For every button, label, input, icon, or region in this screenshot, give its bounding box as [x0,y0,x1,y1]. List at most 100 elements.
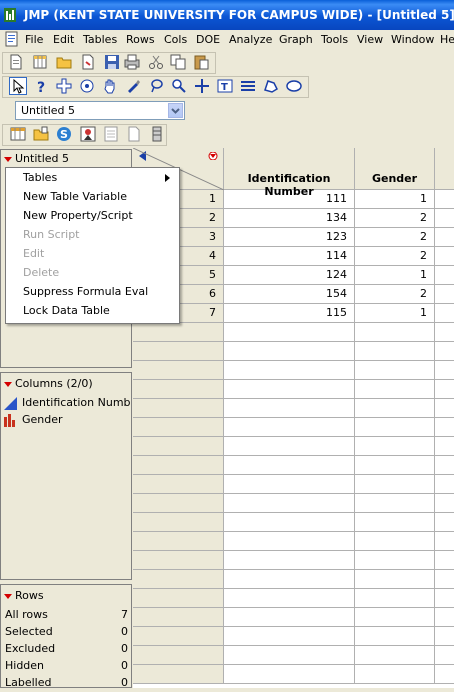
empty-cell[interactable] [435,304,454,323]
empty-cell[interactable] [435,361,454,380]
annotate-tool-icon[interactable]: T [217,78,233,94]
table-panel-header[interactable]: Untitled 5 [4,152,69,165]
menu-view[interactable]: View [357,33,383,46]
identification-number-cell[interactable] [224,570,355,589]
menu-item-new-property-script[interactable]: New Property/Script [23,209,133,222]
new-table-icon[interactable] [32,54,48,70]
empty-cell[interactable] [435,247,454,266]
row-number-cell[interactable] [133,437,224,456]
identification-number-cell[interactable] [224,646,355,665]
identification-number-cell[interactable]: 115 [224,304,355,323]
empty-cell[interactable] [435,380,454,399]
row-number-cell[interactable] [133,418,224,437]
gender-cell[interactable]: 1 [355,190,435,209]
empty-cell[interactable] [435,323,454,342]
menu-item-edit[interactable]: Edit [23,247,44,260]
menu-item-suppress-formula-eval[interactable]: Suppress Formula Eval [23,285,148,298]
empty-cell[interactable] [435,475,454,494]
identification-number-cell[interactable] [224,361,355,380]
help-tool-icon[interactable]: ? [33,78,49,94]
red-triangle-menu-icon[interactable] [4,156,12,162]
menu-tools[interactable]: Tools [321,33,348,46]
menu-cols[interactable]: Cols [164,33,187,46]
menu-graph[interactable]: Graph [279,33,313,46]
new-document-icon[interactable] [8,54,24,70]
empty-cell[interactable] [435,589,454,608]
data-grid-icon[interactable] [10,126,26,142]
open-file-icon[interactable] [80,54,96,70]
menu-doe[interactable]: DOE [196,33,220,46]
column-header-identification-number[interactable]: Identification Number [224,148,355,198]
gender-cell[interactable] [355,399,435,418]
plus-crosshair-icon[interactable] [194,78,210,94]
empty-cell[interactable] [435,608,454,627]
row-number-cell[interactable] [133,399,224,418]
row-number-cell[interactable] [133,532,224,551]
arrow-tool-icon[interactable] [9,77,27,95]
identification-number-cell[interactable] [224,665,355,684]
red-triangle-menu-icon[interactable] [4,381,12,387]
empty-cell[interactable] [435,513,454,532]
page-icon[interactable] [126,126,142,142]
table-selector-dropdown[interactable]: Untitled 5 [15,101,185,120]
empty-cell[interactable] [435,437,454,456]
identification-number-cell[interactable] [224,456,355,475]
menu-item-lock-data-table[interactable]: Lock Data Table [23,304,110,317]
columns-panel-header[interactable]: Columns (2/0) [4,377,93,390]
empty-cell[interactable] [435,285,454,304]
empty-cell[interactable] [435,190,454,209]
column-item-gender[interactable]: Gender [4,413,132,429]
identification-number-cell[interactable]: 154 [224,285,355,304]
gender-cell[interactable] [355,532,435,551]
identification-number-cell[interactable] [224,437,355,456]
identification-number-cell[interactable] [224,551,355,570]
row-number-cell[interactable] [133,513,224,532]
paste-icon[interactable] [193,54,209,70]
brush-tool-icon[interactable] [125,78,141,94]
save-icon[interactable] [104,54,120,70]
row-number-cell[interactable] [133,323,224,342]
identification-number-cell[interactable] [224,627,355,646]
gender-cell[interactable] [355,627,435,646]
lasso-tool-icon[interactable] [148,78,164,94]
row-number-cell[interactable] [133,570,224,589]
gender-cell[interactable] [355,418,435,437]
identification-number-cell[interactable]: 111 [224,190,355,209]
print-icon[interactable] [124,54,140,70]
menu-edit[interactable]: Edit [53,33,74,46]
gender-cell[interactable]: 2 [355,209,435,228]
polygon-tool-icon[interactable] [263,78,279,94]
empty-cell[interactable] [435,570,454,589]
empty-cell[interactable] [435,532,454,551]
identification-number-cell[interactable]: 123 [224,228,355,247]
menu-item-new-table-variable[interactable]: New Table Variable [23,190,127,203]
row-number-cell[interactable] [133,361,224,380]
gender-cell[interactable] [355,380,435,399]
scroller-tool-icon[interactable] [79,78,95,94]
empty-cell[interactable] [435,646,454,665]
identification-number-cell[interactable] [224,380,355,399]
red-triangle-menu-icon[interactable] [4,593,12,599]
document-icon[interactable] [4,31,20,47]
copy-icon[interactable] [170,54,186,70]
row-number-cell[interactable] [133,627,224,646]
gender-cell[interactable] [355,570,435,589]
menu-item-delete[interactable]: Delete [23,266,59,279]
row-number-cell[interactable] [133,475,224,494]
menu-item-run-script[interactable]: Run Script [23,228,80,241]
identification-number-cell[interactable]: 134 [224,209,355,228]
identification-number-cell[interactable] [224,475,355,494]
empty-cell[interactable] [435,494,454,513]
crosshair-tool-icon[interactable] [56,78,72,94]
identification-number-cell[interactable]: 124 [224,266,355,285]
menu-item-tables[interactable]: Tables [23,171,57,184]
gender-cell[interactable] [355,608,435,627]
database-icon[interactable] [149,126,165,142]
cut-icon[interactable] [148,54,164,70]
identification-number-cell[interactable] [224,323,355,342]
ellipse-tool-icon[interactable] [286,78,302,94]
line-tool-icon[interactable] [240,78,256,94]
jmp-app-icon[interactable] [4,8,16,22]
gender-cell[interactable] [355,551,435,570]
empty-cell[interactable] [435,418,454,437]
